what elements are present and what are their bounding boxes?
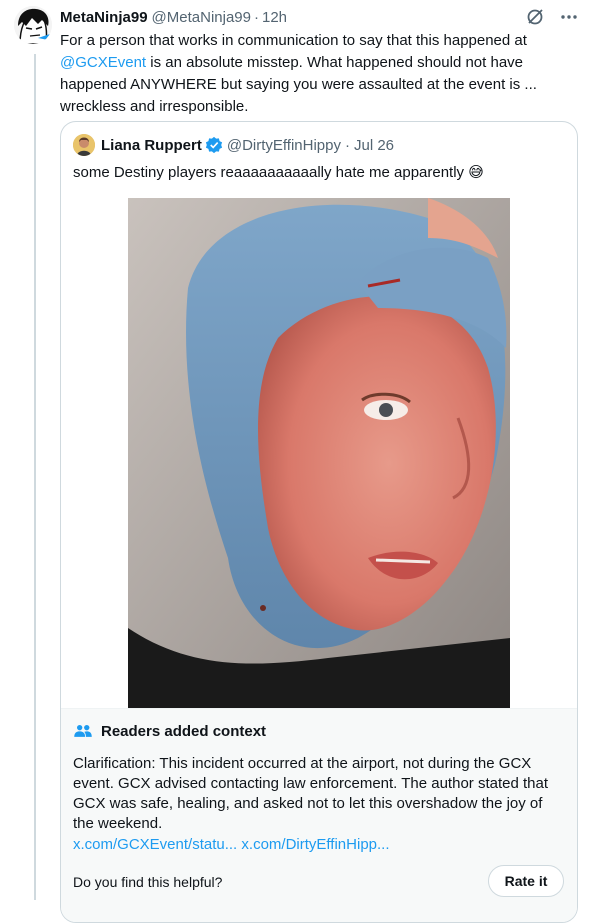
tweet-header: MetaNinja99 @MetaNinja99 · 12h — [60, 6, 580, 28]
note-title-text: Readers added context — [101, 722, 267, 740]
quoted-author-handle[interactable]: @DirtyEffinHippy — [227, 137, 341, 154]
separator-dot: · — [254, 8, 259, 26]
quoted-photo[interactable] — [128, 198, 510, 708]
mention-link[interactable]: @GCXEvent — [60, 54, 146, 71]
note-links: x.com/GCXEvent/statu... x.com/DirtyEffin… — [73, 835, 390, 855]
rate-it-button[interactable]: Rate it — [488, 865, 564, 897]
quoted-author-name[interactable]: Liana Ruppert — [101, 137, 202, 154]
thread-line — [34, 54, 36, 900]
note-link-1[interactable]: x.com/GCXEvent/statu... — [73, 836, 237, 853]
verified-icon — [205, 136, 222, 154]
tweet-actions — [524, 6, 580, 28]
community-notes-icon — [74, 725, 92, 737]
quoted-tweet[interactable]: Liana Ruppert @DirtyEffinHippy · Jul 26 … — [60, 121, 578, 923]
more-icon[interactable] — [558, 6, 580, 28]
quoted-date[interactable]: Jul 26 — [354, 137, 394, 154]
note-title: Readers added context — [73, 721, 266, 741]
tweet-text: For a person that works in communication… — [60, 30, 560, 118]
grok-icon[interactable] — [524, 6, 546, 28]
quoted-avatar[interactable] — [73, 134, 95, 156]
tweet: MetaNinja99 @MetaNinja99 · 12h For a per… — [60, 6, 580, 118]
author-avatar[interactable] — [14, 6, 52, 44]
quoted-separator: · — [345, 136, 350, 154]
helpful-question: Do you find this helpful? — [73, 874, 223, 890]
note-body: Clarification: This incident occurred at… — [73, 755, 548, 832]
tweet-text-line1: For a person that works in communication… — [60, 32, 527, 49]
quoted-text: some Destiny players reaaaaaaaaaally hat… — [73, 164, 484, 181]
author-handle[interactable]: @MetaNinja99 — [152, 9, 251, 26]
quoted-header: Liana Ruppert @DirtyEffinHippy · Jul 26 — [73, 133, 394, 157]
tweet-time[interactable]: 12h — [262, 9, 287, 26]
community-note: Readers added context Clarification: Thi… — [61, 708, 577, 922]
author-name[interactable]: MetaNinja99 — [60, 9, 148, 26]
note-link-2[interactable]: x.com/DirtyEffinHipp... — [241, 836, 389, 853]
